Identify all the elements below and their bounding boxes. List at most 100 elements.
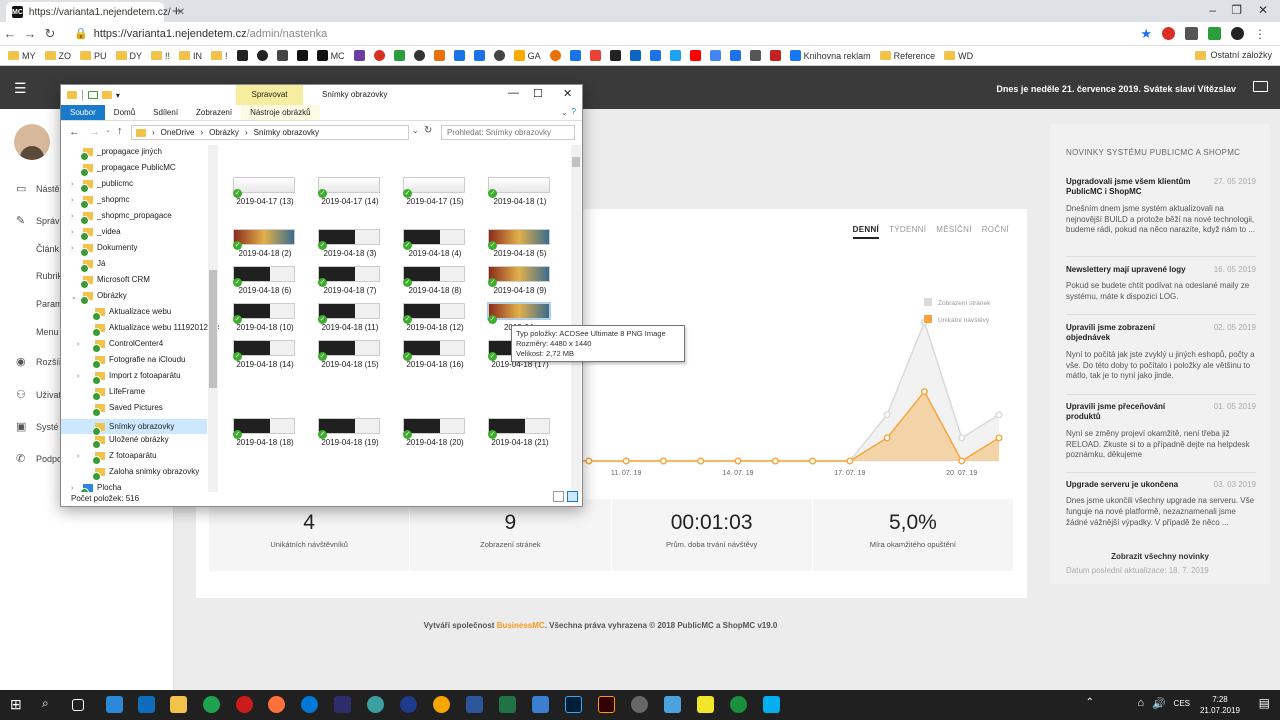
hamburger-menu-icon[interactable]: ☰ bbox=[14, 80, 27, 97]
reload-icon[interactable]: ↻ bbox=[40, 26, 60, 42]
sidebar-item-parametry[interactable]: Param bbox=[36, 299, 63, 309]
bookmark-icon[interactable] bbox=[473, 50, 485, 61]
bookmark-icon[interactable] bbox=[769, 50, 781, 61]
file-thumbnail[interactable]: ✓ 2019-04-18 (21) bbox=[478, 386, 562, 447]
tree-item[interactable]: _videa bbox=[80, 227, 121, 241]
tree-item[interactable]: _propagace PublicMC bbox=[80, 163, 176, 177]
news-item[interactable]: Upgradovali jsme všem klientům PublicMC … bbox=[1066, 177, 1256, 236]
tree-item[interactable]: Zaloha snimky obrazovky bbox=[92, 467, 199, 481]
tree-scrollbar[interactable] bbox=[208, 145, 218, 492]
volume-icon[interactable]: 🔊 bbox=[1152, 697, 1166, 710]
app-icon[interactable] bbox=[433, 696, 450, 713]
photoshop-icon[interactable] bbox=[565, 696, 582, 713]
bookmark-item[interactable]: GA bbox=[513, 50, 541, 61]
tree-item[interactable]: Aktualizace webu 111920122249 bbox=[92, 323, 219, 337]
bookmark-icon[interactable] bbox=[276, 50, 288, 61]
file-thumbnail[interactable]: ✓ 2019-04-18 (15) bbox=[308, 308, 392, 369]
sidebar-item-menu[interactable]: Menu bbox=[36, 327, 59, 337]
sidebar-item-uzivatele[interactable]: ⚇ Uživat bbox=[16, 388, 61, 401]
bookmark-icon[interactable] bbox=[749, 50, 761, 61]
tree-item[interactable]: LifeFrame bbox=[92, 387, 145, 401]
maximize-button[interactable]: ☐ bbox=[533, 87, 543, 100]
back-icon[interactable]: ← bbox=[69, 126, 80, 138]
bookmark-item[interactable]: MY bbox=[8, 51, 36, 61]
news-item[interactable]: Upravili jsme přeceňování produktů 01. 05… bbox=[1066, 402, 1256, 461]
sidebar-item-sprava[interactable]: ✎ Správ bbox=[16, 214, 60, 227]
bookmark-item[interactable]: !! bbox=[151, 51, 170, 61]
tab-domu[interactable]: Domů bbox=[105, 105, 144, 120]
tree-item[interactable]: Microsoft CRM bbox=[80, 275, 150, 289]
app-icon[interactable] bbox=[400, 696, 417, 713]
excel-icon[interactable] bbox=[499, 696, 516, 713]
url-field[interactable]: 🔒 https://varianta1.nejendetem.cz/admin/n… bbox=[74, 27, 327, 40]
sidebar-item-rubriky[interactable]: Rubrik bbox=[36, 271, 62, 281]
bookmark-icon[interactable] bbox=[729, 50, 741, 61]
help-icon[interactable]: ? bbox=[572, 105, 582, 120]
menu-icon[interactable]: ⋮ bbox=[1254, 27, 1266, 41]
up-icon[interactable]: ↑ bbox=[117, 125, 123, 137]
app-icon[interactable] bbox=[367, 696, 384, 713]
facebook-icon[interactable] bbox=[649, 50, 661, 61]
show-all-news-link[interactable]: Zobrazit všechny novinky bbox=[1050, 552, 1270, 561]
breadcrumb[interactable]: › OneDrive › Obrázky › Snímky obrazovky bbox=[131, 125, 409, 140]
files-scrollbar[interactable] bbox=[571, 145, 581, 492]
breadcrumb-item[interactable]: Obrázky bbox=[209, 128, 239, 137]
expand-arrow-icon[interactable]: › bbox=[77, 373, 79, 380]
app-icon[interactable] bbox=[334, 696, 351, 713]
tab-zobrazeni[interactable]: Zobrazení bbox=[187, 105, 241, 120]
tree-item[interactable]: Plocha bbox=[80, 483, 121, 492]
tree-item[interactable]: Obrázky bbox=[80, 291, 127, 305]
app-icon[interactable] bbox=[631, 696, 648, 713]
opera-icon[interactable] bbox=[236, 696, 253, 713]
windows-start-icon[interactable]: ⊞ bbox=[10, 696, 27, 713]
restore-button[interactable]: ❐ bbox=[1231, 3, 1242, 17]
search-input[interactable]: Prohledat: Snímky obrazovky bbox=[441, 125, 575, 140]
browser-tab[interactable]: MC https://varianta1.nejendetem.cz/ ✕ bbox=[6, 2, 185, 22]
tree-item-selected[interactable]: Snímky obrazovky bbox=[61, 419, 207, 436]
forward-icon[interactable]: → bbox=[89, 126, 100, 138]
bookmark-item[interactable]: ZO bbox=[44, 51, 71, 61]
recent-icon[interactable]: ⌄ bbox=[105, 126, 111, 134]
expand-arrow-icon[interactable]: › bbox=[71, 485, 73, 492]
bookmark-icon[interactable] bbox=[453, 50, 465, 61]
bookmark-icon[interactable] bbox=[493, 50, 505, 61]
history-dropdown-icon[interactable]: ⌄ bbox=[412, 126, 419, 135]
properties-icon[interactable] bbox=[87, 91, 98, 99]
extension-icon[interactable] bbox=[1185, 27, 1198, 40]
notifications-icon[interactable]: ▤ bbox=[1259, 696, 1270, 710]
tree-item[interactable]: Fotografie na iCloudu bbox=[92, 355, 186, 369]
sidebar-item-nastenka[interactable]: ▭ Nástě bbox=[16, 182, 60, 195]
tree-item[interactable]: _shopmc bbox=[80, 195, 129, 209]
edge-icon[interactable] bbox=[301, 696, 318, 713]
news-item[interactable]: Upgrade serveru je ukončena 03. 03 2019 Dn… bbox=[1066, 480, 1256, 529]
expand-arrow-icon[interactable]: › bbox=[71, 181, 73, 188]
minimize-button[interactable]: — bbox=[508, 87, 519, 99]
bookmark-icon[interactable] bbox=[353, 50, 365, 61]
expand-arrow-icon[interactable]: › bbox=[71, 229, 73, 236]
minimize-button[interactable]: – bbox=[1209, 3, 1216, 17]
bookmark-icon[interactable] bbox=[609, 50, 621, 61]
back-icon[interactable]: ← bbox=[0, 26, 20, 41]
tree-item[interactable]: Import z fotoaparátu bbox=[92, 371, 181, 385]
bookmark-item[interactable]: Knihovna reklam bbox=[789, 50, 871, 61]
sticky-notes-icon[interactable] bbox=[697, 696, 714, 713]
file-thumbnail[interactable]: ✓ 2019-04-18 (19) bbox=[308, 386, 392, 447]
expand-arrow-icon[interactable]: › bbox=[71, 245, 73, 252]
app-icon[interactable] bbox=[106, 696, 123, 713]
file-thumbnail[interactable]: ✓ 2019-04-18 (20) bbox=[393, 386, 477, 447]
new-tab-button[interactable]: + bbox=[172, 3, 181, 20]
bookmark-icon[interactable] bbox=[296, 50, 308, 61]
avatar[interactable] bbox=[14, 124, 50, 160]
chrome-icon[interactable] bbox=[203, 696, 220, 713]
forward-icon[interactable]: → bbox=[20, 26, 40, 41]
bookmark-icon[interactable] bbox=[393, 50, 405, 61]
app-icon[interactable] bbox=[664, 696, 681, 713]
file-thumbnail[interactable]: ✓ 2019-04-17 (15) bbox=[393, 145, 477, 206]
bookmark-item[interactable]: PU bbox=[80, 51, 107, 61]
tree-item[interactable]: Já bbox=[80, 259, 105, 273]
tree-item[interactable]: _publicmc bbox=[80, 179, 133, 193]
bookmark-item[interactable]: IN bbox=[179, 51, 202, 61]
sidebar-item-system[interactable]: ▣ Systé bbox=[16, 420, 59, 433]
file-thumbnail[interactable]: ✓ 2019-04-18 (14) bbox=[223, 308, 307, 369]
bookmark-icon[interactable] bbox=[549, 50, 561, 61]
